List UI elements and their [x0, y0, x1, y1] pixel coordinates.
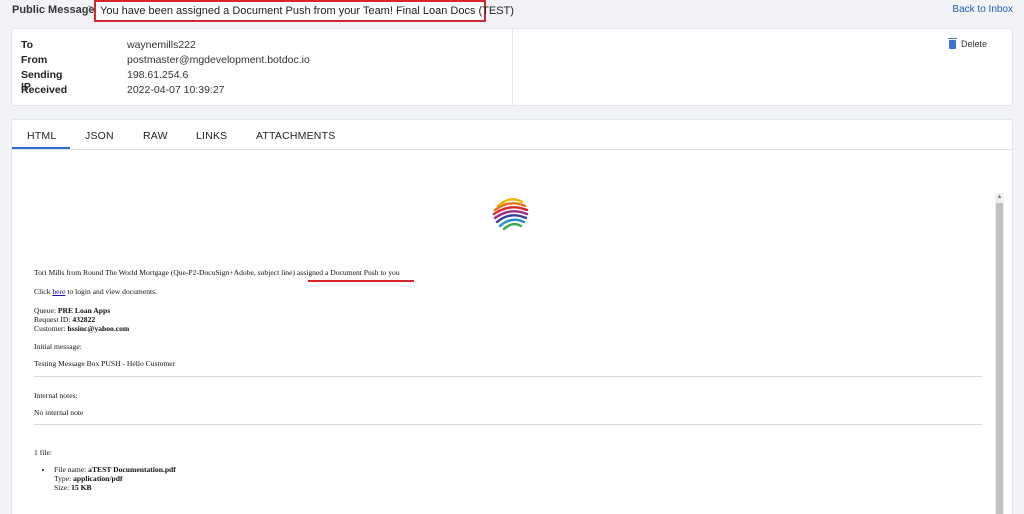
click-prefix: Click	[34, 287, 53, 296]
to-value: waynemills222	[127, 39, 196, 51]
tab-html[interactable]: HTML	[27, 130, 56, 142]
delete-button[interactable]: Delete	[948, 37, 988, 49]
from-label: From	[21, 54, 48, 66]
internal-notes-label: Internal notes:	[34, 391, 78, 400]
click-suffix: to login and view documents.	[65, 287, 157, 296]
queue-value: PRE Loan Apps	[57, 306, 111, 315]
message-content-card: HTML JSON RAW LINKS ATTACHMENTS Tori Mil…	[11, 119, 1013, 514]
divider-2	[34, 424, 982, 425]
tab-json[interactable]: JSON	[85, 130, 114, 142]
customer-value: hssinc@yahoo.com	[67, 324, 130, 333]
divider-1	[34, 376, 982, 377]
sending-ip-value: 198.61.254.6	[127, 69, 189, 81]
initial-message-value: Testing Message Box PUSH - Hello Custome…	[34, 359, 176, 368]
active-tab-indicator	[12, 147, 70, 149]
customer-label: Customer:	[34, 324, 68, 333]
queue-label: Queue:	[34, 306, 58, 315]
request-id-line: Request ID: 432822	[34, 315, 95, 324]
scrollbar-thumb[interactable]	[996, 203, 1003, 514]
trash-icon	[948, 37, 957, 49]
to-label: To	[21, 39, 34, 51]
message-details-card: To waynemills222 From postmaster@mgdevel…	[11, 28, 1013, 106]
file-name-line: File name: aTEST Documentation.pdf	[54, 465, 176, 474]
intro-text: Tori Mills from Round The World Mortgage…	[34, 268, 297, 277]
request-id-label: Request ID:	[34, 315, 73, 324]
details-divider	[512, 29, 513, 105]
intro-highlight: assigned a Document Push to you	[296, 268, 400, 277]
file-size-line: Size: 15 KB	[54, 483, 92, 492]
initial-message-label: Initial message:	[34, 342, 82, 351]
back-to-inbox-link[interactable]: Back to Inbox	[952, 4, 1013, 15]
delete-label: Delete	[961, 39, 988, 49]
received-label: Received	[21, 84, 68, 96]
tab-bar: HTML JSON RAW LINKS ATTACHMENTS	[12, 120, 1012, 150]
request-id-value: 432822	[72, 315, 96, 324]
red-underline-annotation	[308, 280, 414, 282]
customer-line: Customer: hssinc@yahoo.com	[34, 324, 129, 333]
file-type-value: application/pdf	[73, 474, 123, 483]
bullet-icon	[42, 469, 44, 471]
file-type-label: Type:	[54, 474, 74, 483]
header-bar: Public Message > You have been assigned …	[0, 0, 1024, 22]
subject-highlight-box: You have been assigned a Document Push f…	[94, 0, 514, 22]
from-value: postmaster@mgdevelopment.botdoc.io	[127, 54, 310, 66]
file-size-label: Size:	[54, 483, 72, 492]
tab-raw[interactable]: RAW	[143, 130, 168, 142]
breadcrumb-root[interactable]: Public Message	[12, 4, 95, 16]
received-value: 2022-04-07 10:39:27	[127, 84, 225, 96]
company-logo-icon	[492, 198, 529, 231]
message-subject: You have been assigned a Document Push f…	[100, 5, 514, 17]
preview-scrollbar[interactable]: ▲	[995, 193, 1004, 514]
tab-attachments[interactable]: ATTACHMENTS	[256, 130, 335, 142]
file-size-value: 15 KB	[71, 483, 92, 492]
tab-links[interactable]: LINKS	[196, 130, 227, 142]
scroll-up-arrow-icon[interactable]: ▲	[995, 193, 1004, 202]
email-preview-frame: Tori Mills from Round The World Mortgage…	[12, 151, 1012, 514]
login-here-link[interactable]: here	[52, 287, 65, 296]
internal-notes-value: No internal note	[34, 408, 84, 417]
file-name-label: File name:	[54, 465, 89, 474]
file-name-value: aTEST Documentation.pdf	[88, 465, 176, 474]
file-type-line: Type: application/pdf	[54, 474, 122, 483]
files-count: 1 file:	[34, 448, 52, 457]
queue-line: Queue: PRE Loan Apps	[34, 306, 110, 315]
click-line: Click here to login and view documents.	[34, 287, 157, 296]
intro-line: Tori Mills from Round The World Mortgage…	[34, 268, 400, 277]
